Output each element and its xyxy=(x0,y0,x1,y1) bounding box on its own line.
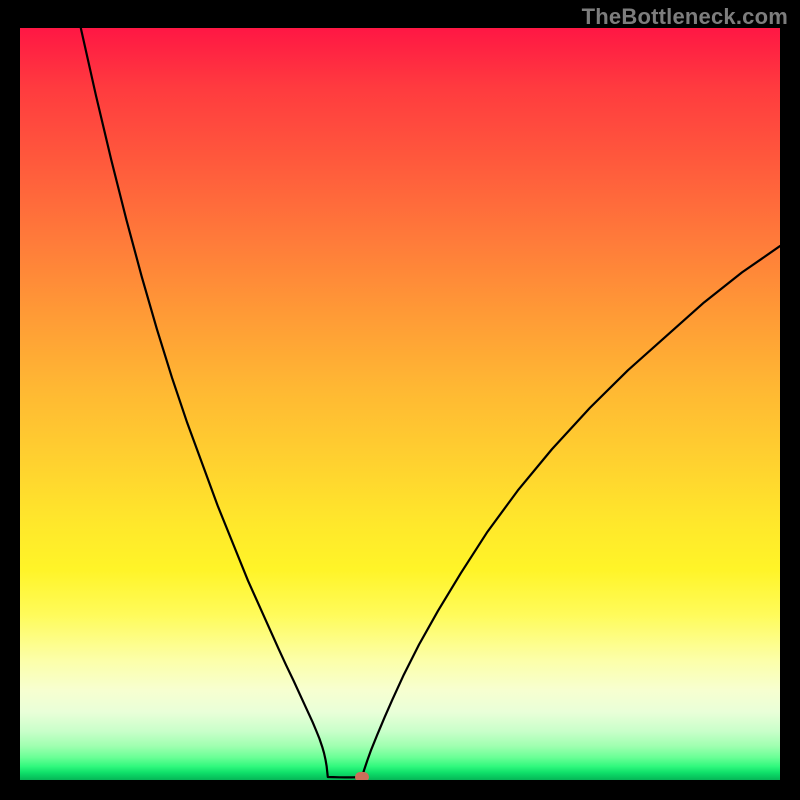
optimal-point-marker xyxy=(355,772,369,780)
plot-area xyxy=(20,28,780,780)
watermark-text: TheBottleneck.com xyxy=(582,4,788,30)
bottleneck-curve xyxy=(20,28,780,780)
chart-frame: TheBottleneck.com xyxy=(0,0,800,800)
